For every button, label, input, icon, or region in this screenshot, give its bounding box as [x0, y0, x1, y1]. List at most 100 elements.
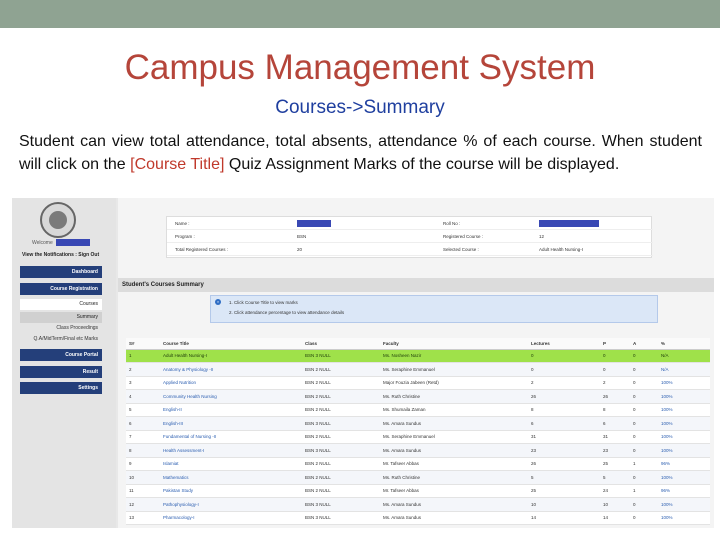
cell-absent: 0: [630, 376, 658, 390]
name-label: Name :: [175, 221, 190, 226]
main-content: Name : Roll No : Program : BSN Registere…: [118, 198, 714, 528]
welcome-label: Welcome: [32, 240, 53, 246]
alert-line-2: 2. Click attendance percentage to view a…: [229, 310, 345, 315]
cell-sno: 12: [126, 497, 160, 512]
cell-class: BSN 3 NULL: [302, 416, 380, 431]
table-header-row: S# Course Title Class Faculty Lectures P…: [126, 338, 710, 350]
nav-courses[interactable]: Courses: [20, 299, 102, 310]
attendance-percent-link[interactable]: 100%: [658, 511, 710, 525]
desc-text-2: Quiz Assignment Marks of the course will…: [224, 156, 620, 173]
selected-label: Selected Course :: [443, 247, 479, 252]
table-row: 5 English-II BSN 2 NULL Ms. Shumaila Zaman 8…: [126, 403, 710, 417]
cell-absent: 0: [630, 443, 658, 458]
cell-faculty: Ms. Amara Sundus: [380, 416, 528, 431]
course-title-link[interactable]: Pharmacology-I: [160, 511, 302, 525]
cell-class: BSN 3 NULL: [302, 511, 380, 525]
cell-faculty: Ms. Ruth Christine: [380, 389, 528, 404]
attendance-percent-link[interactable]: 100%: [658, 497, 710, 512]
info-row-total: Total Registered Courses : 20 Selected C…: [167, 243, 653, 256]
cell-class: BSN 2 NULL: [302, 376, 380, 390]
nav-settings[interactable]: Settings: [20, 382, 102, 394]
nav-course-registration[interactable]: Course Registration: [20, 283, 102, 295]
attendance-percent-link[interactable]: 100%: [658, 389, 710, 404]
cell-lectures: 14: [528, 511, 600, 525]
nav-marks[interactable]: Q.A/MidTerm/Final etc Marks: [20, 336, 102, 342]
cell-present: 6: [600, 416, 630, 431]
course-title-link[interactable]: Health Assessment-I: [160, 443, 302, 458]
nav-class-proceedings[interactable]: Class Proceedings: [20, 325, 102, 331]
course-title-link[interactable]: Pakistan Study: [160, 484, 302, 498]
attendance-percent-link[interactable]: 100%: [658, 443, 710, 458]
cell-present: 24: [600, 484, 630, 498]
table-row: 9 Islamiat BSN 2 NULL Mr. Tafseer Abbas 26 25…: [126, 457, 710, 471]
course-title-link[interactable]: English-III: [160, 416, 302, 431]
cell-lectures: 26: [528, 389, 600, 404]
cell-faculty: Ms. Amara Sundus: [380, 497, 528, 512]
cell-class: BSN 2 NULL: [302, 403, 380, 417]
course-title-link[interactable]: Fundamental of Nursing -II: [160, 430, 302, 444]
sidebar: Welcome View the Notifications : Sign Ou…: [12, 198, 116, 528]
attendance-percent-link[interactable]: N/A: [658, 349, 710, 363]
nav-dashboard[interactable]: Dashboard: [20, 266, 102, 278]
attendance-percent-link[interactable]: 100%: [658, 376, 710, 390]
course-title-link[interactable]: Islamiat: [160, 457, 302, 471]
cell-sno: 9: [126, 457, 160, 471]
attendance-percent-link[interactable]: N/A: [658, 362, 710, 377]
roll-label: Roll No :: [443, 221, 461, 226]
cell-sno: 2: [126, 362, 160, 377]
desc-highlight: [Course Title]: [130, 156, 225, 173]
course-title-link[interactable]: Community Health Nursing: [160, 389, 302, 404]
attendance-percent-link[interactable]: 100%: [658, 430, 710, 444]
cell-faculty: Mr. Tafseer Abbas: [380, 484, 528, 498]
course-title-link[interactable]: Anatomy & Physiology -II: [160, 362, 302, 377]
cell-faculty: Ms. Nosheen Nazir: [380, 349, 528, 363]
attendance-percent-link[interactable]: 100%: [658, 416, 710, 431]
cell-absent: 0: [630, 430, 658, 444]
registered-value: 12: [539, 234, 545, 239]
course-title-link[interactable]: English-II: [160, 403, 302, 417]
cell-absent: 1: [630, 457, 658, 471]
cell-lectures: 31: [528, 430, 600, 444]
table-row: 8 Health Assessment-I BSN 3 NULL Ms. Amara …: [126, 443, 710, 458]
attendance-percent-link[interactable]: 100%: [658, 403, 710, 417]
attendance-percent-link[interactable]: 96%: [658, 484, 710, 498]
cell-class: BSN 3 NULL: [302, 497, 380, 512]
table-row: 11 Pakistan Study BSN 2 NULL Mr. Tafseer Ab…: [126, 484, 710, 498]
cell-present: 0: [600, 349, 630, 363]
cell-class: BSN 2 NULL: [302, 362, 380, 377]
summary-heading: Student's Courses Summary: [118, 278, 714, 292]
cell-absent: 0: [630, 362, 658, 377]
attendance-percent-link[interactable]: 100%: [658, 470, 710, 485]
cell-faculty: Ms. Seraphine Emmanuel: [380, 362, 528, 377]
cell-absent: 0: [630, 511, 658, 525]
program-label: Program :: [175, 234, 195, 239]
course-title-link[interactable]: Pathophysiology-I: [160, 497, 302, 512]
notifications-signout-link[interactable]: View the Notifications : Sign Out: [22, 252, 99, 258]
cell-class: BSN 3 NULL: [302, 443, 380, 458]
course-title-link[interactable]: Applied Nutrition: [160, 376, 302, 390]
info-row-program: Program : BSN Registered Course : 12: [167, 230, 653, 243]
nav-course-portal[interactable]: Course Portal: [20, 349, 102, 361]
cell-present: 25: [600, 457, 630, 471]
cell-present: 2: [600, 376, 630, 390]
table-row: 1 Adult Health Nursing-I BSN 3 NULL Ms. Nos…: [126, 349, 710, 363]
program-value: BSN: [297, 234, 307, 239]
course-title-link[interactable]: Mathematics: [160, 470, 302, 485]
course-title-link[interactable]: Adult Health Nursing-I: [160, 349, 302, 363]
table-row: 10 Mathematics BSN 2 NULL Ms. Ruth Christin…: [126, 470, 710, 485]
cell-sno: 1: [126, 349, 160, 363]
table-row: 6 English-III BSN 3 NULL Ms. Amara Sundus 6 6…: [126, 416, 710, 431]
cell-sno: 4: [126, 389, 160, 404]
courses-table: S# Course Title Class Faculty Lectures P…: [126, 338, 710, 525]
student-info-panel: Name : Roll No : Program : BSN Registere…: [166, 216, 653, 258]
nav-summary[interactable]: Summary: [20, 312, 102, 323]
cell-class: BSN 2 NULL: [302, 430, 380, 444]
table-row: 12 Pathophysiology-I BSN 3 NULL Ms. Amara S…: [126, 497, 710, 512]
cell-present: 23: [600, 443, 630, 458]
cell-sno: 3: [126, 376, 160, 390]
cell-present: 0: [600, 362, 630, 377]
slide-title: Campus Management System: [124, 48, 596, 87]
attendance-percent-link[interactable]: 96%: [658, 457, 710, 471]
nav-result[interactable]: Result: [20, 366, 102, 378]
cell-sno: 8: [126, 443, 160, 458]
